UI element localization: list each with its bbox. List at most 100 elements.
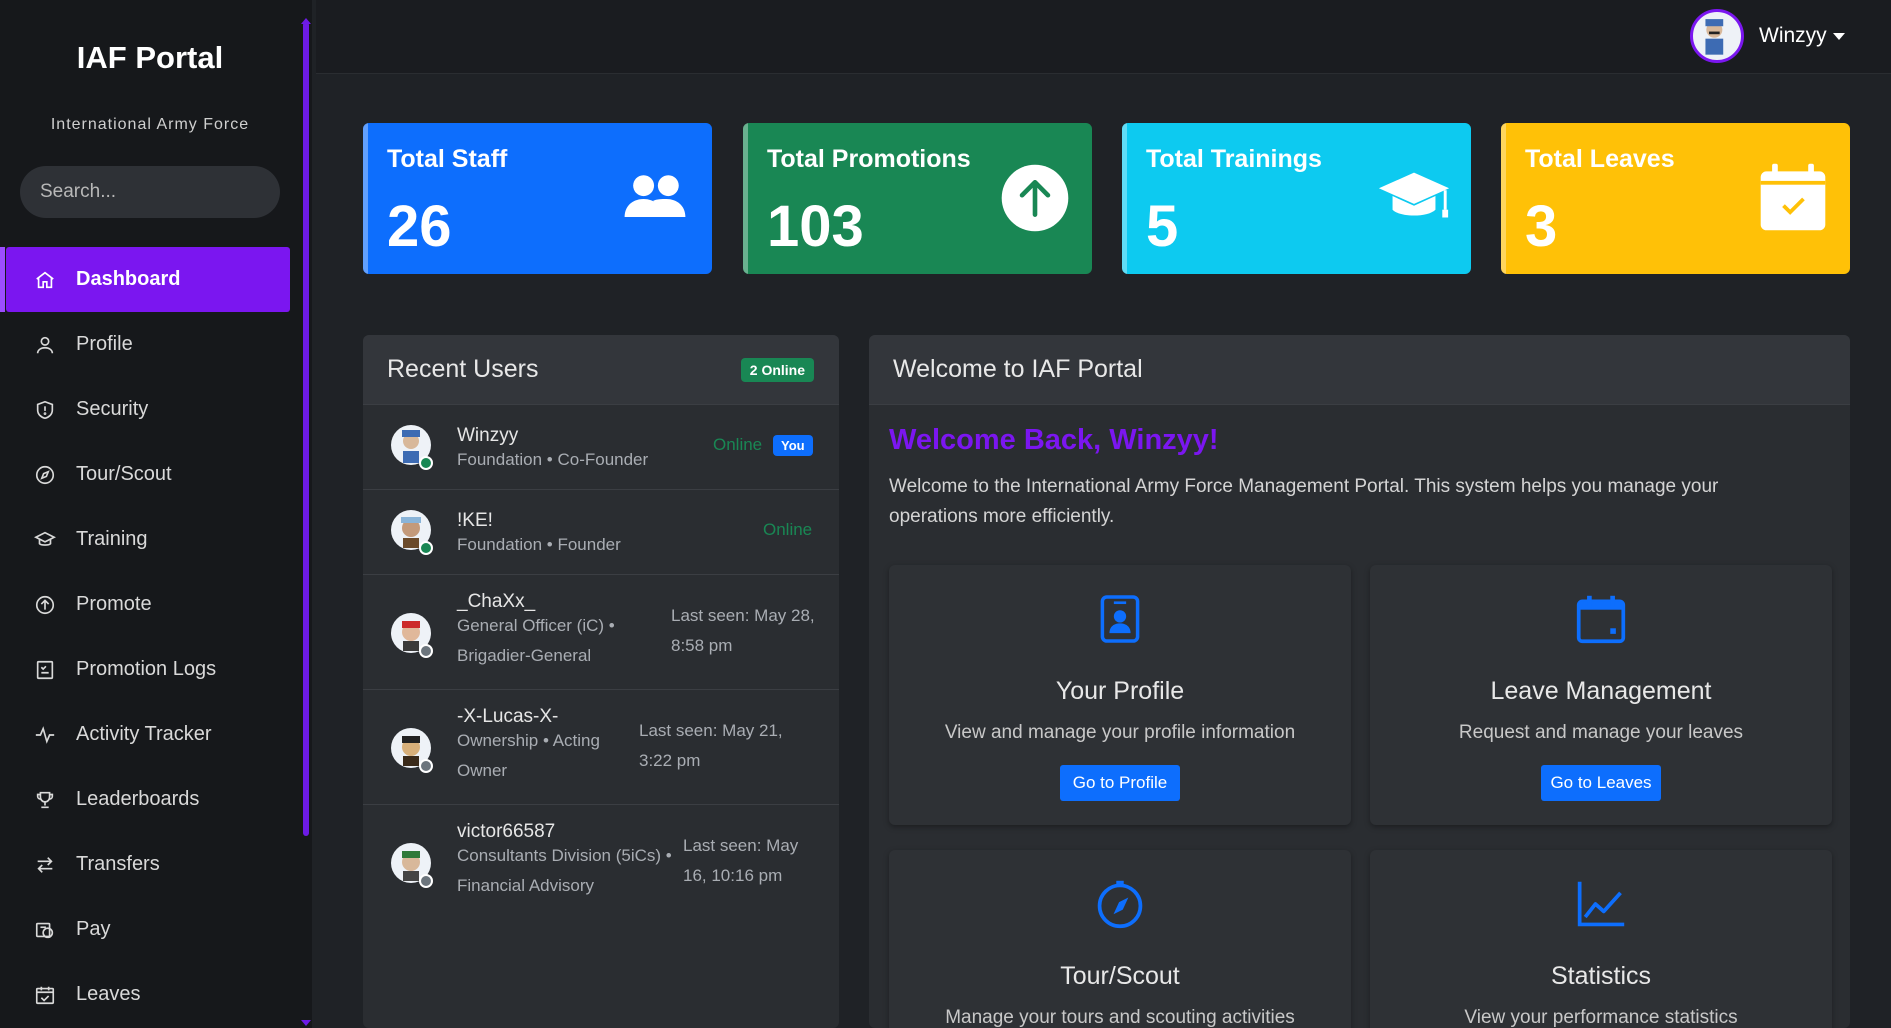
user-name: -X-Lucas-X- — [457, 706, 559, 727]
sidebar-item-pay[interactable]: Pay — [0, 897, 300, 962]
feature-title: Leave Management — [1490, 677, 1712, 705]
user-role: General Officer (iC) • — [457, 616, 615, 635]
stat-label: Total Trainings — [1146, 145, 1322, 173]
stat-label: Total Staff — [387, 145, 508, 173]
welcome-greeting: Welcome Back, Winzyy! — [889, 424, 1219, 456]
sidebar-item-leaderboards[interactable]: Leaderboards — [0, 767, 300, 832]
last-seen: Last seen: May 28, — [671, 606, 815, 625]
people-icon — [616, 159, 694, 237]
scroll-down-arrow[interactable] — [301, 1020, 311, 1026]
feature-description: Request and manage your leaves — [1458, 722, 1744, 743]
user-row[interactable]: Winzyy Foundation • Co-Founder Online Yo… — [363, 405, 839, 490]
sidebar-item-leaves[interactable]: Leaves — [0, 962, 300, 1027]
sidebar-item-promotion-logs[interactable]: Promotion Logs — [0, 637, 300, 702]
user-row[interactable]: victor66587 Consultants Division (5iCs) … — [363, 805, 839, 920]
user-role: Owner — [457, 761, 508, 780]
topbar — [316, 0, 1891, 74]
user-role: Foundation • Founder — [457, 535, 621, 554]
feature-title: Tour/Scout — [1060, 962, 1180, 990]
user-row[interactable]: _ChaXx_ General Officer (iC) • Brigadier… — [363, 575, 839, 690]
panel-title: Recent Users — [387, 355, 539, 383]
go-to-leaves-button[interactable]: Go to Leaves — [1541, 765, 1661, 801]
you-badge: You — [773, 435, 813, 456]
sidebar-item-dashboard[interactable]: Dashboard — [0, 247, 290, 312]
calendar-check-icon — [1754, 159, 1832, 237]
graduation-cap-icon — [1375, 159, 1453, 237]
calendar-icon — [1370, 593, 1832, 645]
feature-title: Statistics — [1550, 962, 1652, 990]
stat-label: Total Promotions — [767, 145, 971, 173]
graduation-cap-icon — [32, 527, 58, 553]
last-seen: 3:22 pm — [639, 751, 701, 770]
sidebar-item-tour-scout[interactable]: Tour/Scout — [0, 442, 300, 507]
user-menu-name[interactable]: Winzyy — [1759, 24, 1827, 48]
feature-card-tour-scout: Tour/Scout Manage your tours and scoutin… — [889, 850, 1351, 1028]
arrow-up-circle-icon — [32, 592, 58, 618]
sidebar-item-training[interactable]: Training — [0, 507, 300, 572]
feature-card-profile: Your Profile View and manage your profil… — [889, 565, 1351, 825]
chevron-down-icon[interactable] — [1833, 33, 1845, 40]
user-role: Brigadier-General — [457, 646, 592, 665]
panel-title: Welcome to IAF Portal — [893, 355, 1143, 383]
feature-card-statistics: Statistics View your performance statist… — [1370, 850, 1832, 1028]
online-status-dot — [419, 541, 433, 555]
checklist-icon — [32, 657, 58, 683]
sidebar-item-label: Security — [76, 398, 149, 420]
activity-icon — [32, 722, 58, 748]
sidebar-item-label: Pay — [76, 918, 111, 940]
trophy-icon — [32, 787, 58, 813]
feature-title: Your Profile — [1055, 677, 1185, 705]
feature-description: View your performance statistics — [1464, 1007, 1738, 1028]
online-count-badge: 2 Online — [740, 358, 814, 382]
recent-users-panel: Recent Users 2 Online Winzyy Foundation … — [363, 335, 839, 1028]
last-seen: 16, 10:16 pm — [683, 866, 783, 885]
stat-label: Total Leaves — [1525, 145, 1675, 173]
sidebar-nav: Dashboard Profile Security Tour/Scout Tr… — [0, 247, 300, 1027]
sidebar: IAF Portal International Army Force Dash… — [0, 0, 312, 1028]
last-seen: 8:58 pm — [671, 636, 733, 655]
sidebar-item-label: Leaves — [76, 983, 141, 1005]
stat-value: 26 — [387, 194, 452, 259]
online-status-dot — [419, 456, 433, 470]
sidebar-item-label: Tour/Scout — [76, 463, 172, 485]
stat-card-total-staff: Total Staff 26 — [363, 123, 712, 274]
sidebar-item-security[interactable]: Security — [0, 377, 300, 442]
user-avatar[interactable] — [1690, 9, 1744, 63]
sidebar-item-promote[interactable]: Promote — [0, 572, 300, 637]
welcome-header: Welcome to IAF Portal — [869, 335, 1850, 405]
sidebar-item-label: Profile — [76, 333, 133, 355]
sidebar-item-transfers[interactable]: Transfers — [0, 832, 300, 897]
sidebar-item-label: Leaderboards — [76, 788, 200, 810]
welcome-panel: Welcome to IAF Portal Welcome Back, Winz… — [869, 335, 1850, 1028]
sidebar-item-activity-tracker[interactable]: Activity Tracker — [0, 702, 300, 767]
stat-card-total-promotions: Total Promotions 103 — [743, 123, 1092, 274]
welcome-text: Welcome to the International Army Force … — [889, 476, 1719, 527]
user-row[interactable]: -X-Lucas-X- Ownership • Acting Owner Las… — [363, 690, 839, 805]
last-seen: Last seen: May — [683, 836, 799, 855]
sidebar-scrollbar[interactable] — [303, 22, 309, 836]
line-chart-icon — [1370, 878, 1832, 930]
stat-card-total-leaves: Total Leaves 3 — [1501, 123, 1850, 274]
user-name: victor66587 — [457, 821, 556, 842]
search-input[interactable] — [20, 166, 280, 218]
home-icon — [32, 267, 58, 293]
sidebar-item-profile[interactable]: Profile — [0, 312, 300, 377]
stat-value: 3 — [1525, 194, 1558, 259]
calendar-check-icon — [32, 982, 58, 1008]
user-icon — [32, 332, 58, 358]
offline-status-dot — [419, 874, 433, 888]
stat-value: 5 — [1146, 194, 1179, 259]
feature-card-leaves: Leave Management Request and manage your… — [1370, 565, 1832, 825]
arrow-up-circle-icon — [996, 159, 1074, 237]
brand-subtitle: International Army Force — [50, 116, 250, 133]
feature-description: Manage your tours and scouting activitie… — [945, 1007, 1295, 1028]
sidebar-item-label: Activity Tracker — [76, 723, 212, 745]
go-to-profile-button[interactable]: Go to Profile — [1060, 765, 1180, 801]
offline-status-dot — [419, 644, 433, 658]
stat-value: 103 — [767, 194, 864, 259]
user-status: Online — [763, 520, 813, 539]
sidebar-item-label: Transfers — [76, 853, 160, 875]
cash-icon — [32, 917, 58, 943]
user-status: Online — [713, 435, 763, 454]
user-row[interactable]: !KE! Foundation • Founder Online — [363, 490, 839, 575]
